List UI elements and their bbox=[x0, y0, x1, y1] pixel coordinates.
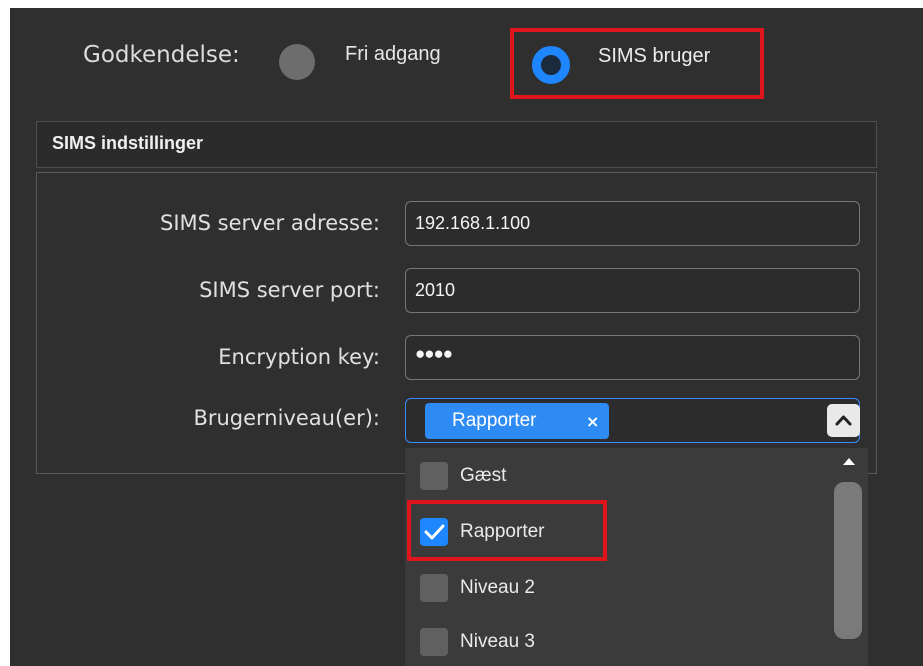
checkbox-niveau-3[interactable] bbox=[420, 628, 448, 656]
scroll-up-arrow-icon[interactable] bbox=[843, 458, 855, 465]
server-port-value: 2010 bbox=[415, 280, 456, 300]
user-levels-label: Brugerniveau(er): bbox=[193, 406, 380, 430]
encryption-key-input[interactable] bbox=[405, 335, 860, 380]
section-title: SIMS indstillinger bbox=[52, 133, 204, 153]
highlight-box bbox=[510, 28, 764, 99]
auth-label: Godkendelse: bbox=[83, 42, 240, 68]
checkbox-gaest[interactable] bbox=[420, 462, 448, 490]
checkbox-niveau-2[interactable] bbox=[420, 574, 448, 602]
server-port-label: SIMS server port: bbox=[199, 278, 380, 302]
chevron-up-icon[interactable] bbox=[827, 404, 860, 437]
chip-remove-icon[interactable]: × bbox=[586, 412, 599, 431]
option-gaest[interactable]: Gæst bbox=[460, 465, 506, 487]
radio-label-fri-adgang[interactable]: Fri adgang bbox=[345, 43, 441, 66]
server-port-input[interactable] bbox=[405, 268, 860, 313]
selected-chip-label: Rapporter bbox=[452, 410, 537, 431]
highlight-box bbox=[407, 500, 607, 561]
encryption-key-value: ●●●● bbox=[415, 344, 453, 363]
server-address-value: 192.168.1.100 bbox=[415, 213, 531, 233]
encryption-key-label: Encryption key: bbox=[218, 345, 380, 369]
server-address-label: SIMS server adresse: bbox=[160, 211, 380, 235]
option-niveau-2[interactable]: Niveau 2 bbox=[460, 577, 535, 599]
scroll-thumb[interactable] bbox=[834, 482, 862, 639]
option-niveau-3[interactable]: Niveau 3 bbox=[460, 631, 535, 653]
radio-fri-adgang[interactable] bbox=[279, 44, 315, 80]
